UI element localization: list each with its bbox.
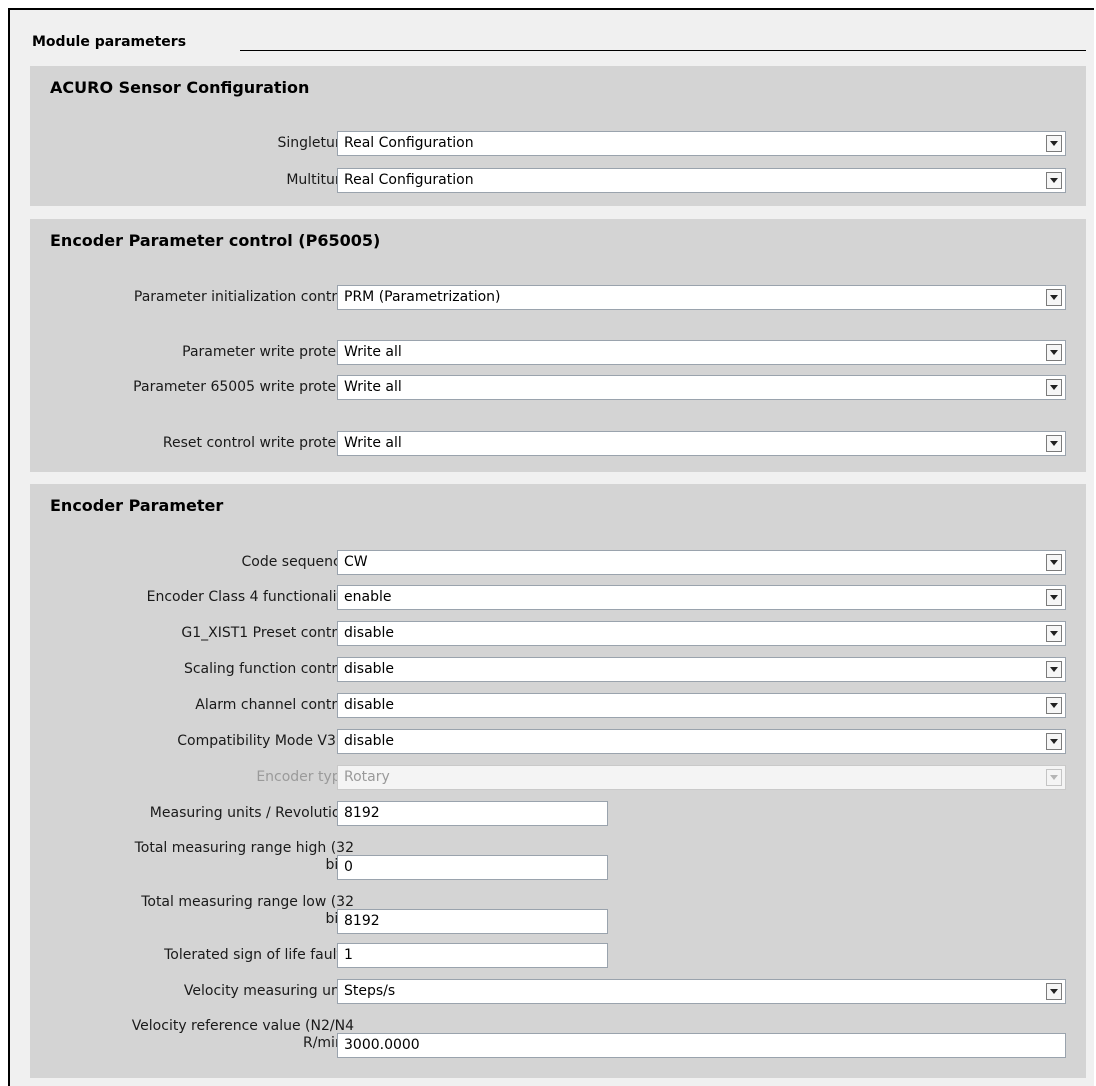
chevron-down-icon[interactable]: [1046, 435, 1062, 452]
class4-select[interactable]: enable: [337, 585, 1066, 610]
range-low-label-line1: Total measuring range low (32: [141, 894, 354, 910]
chevron-down-icon[interactable]: [1046, 344, 1062, 361]
init-control-value: PRM (Parametrization): [344, 289, 501, 305]
encoder-control-section-title: Encoder Parameter control (P65005): [50, 231, 381, 250]
sign-of-life-label: Tolerated sign of life faults:: [164, 947, 354, 963]
preset-control-value: disable: [344, 625, 395, 641]
reset-write-protect-value: Write all: [344, 435, 402, 451]
chevron-down-icon[interactable]: [1046, 589, 1062, 606]
chevron-down-icon[interactable]: [1046, 172, 1062, 189]
velocity-unit-value: Steps/s: [344, 983, 396, 999]
range-high-input[interactable]: 0: [337, 855, 608, 880]
alarm-control-label: Alarm channel control:: [195, 697, 354, 713]
units-rev-input[interactable]: 8192: [337, 801, 608, 826]
velocity-ref-value: 3000.0000: [344, 1037, 420, 1053]
reset-write-protect-label: Reset control write protect:: [162, 435, 354, 451]
scaling-control-select[interactable]: disable: [337, 657, 1066, 682]
velocity-unit-label: Velocity measuring unit:: [183, 983, 354, 999]
write-protect-select[interactable]: Write all: [337, 340, 1066, 365]
code-sequence-value: CW: [344, 554, 368, 570]
chevron-down-icon[interactable]: [1046, 379, 1062, 396]
scaling-control-label: Scaling function control:: [183, 661, 354, 677]
sign-of-life-value: 1: [344, 947, 353, 963]
p65005-write-protect-value: Write all: [344, 379, 402, 395]
chevron-down-icon[interactable]: [1046, 289, 1062, 306]
class4-value: enable: [344, 589, 392, 605]
title-divider: [240, 50, 1086, 51]
encoder-parameter-section-title: Encoder Parameter: [50, 496, 224, 515]
module-parameters-title: Module parameters: [32, 34, 187, 50]
init-control-label: Parameter initialization control:: [133, 289, 354, 305]
chevron-down-icon[interactable]: [1046, 625, 1062, 642]
multiturn-value: Real Configuration: [344, 172, 474, 188]
multiturn-select[interactable]: Real Configuration: [337, 168, 1066, 193]
encoder-parameter-section: Encoder Parameter Code sequence: CW Enco…: [30, 484, 1086, 1078]
range-high-label: Total measuring range high (32 bit):: [74, 840, 354, 874]
write-protect-label: Parameter write protect:: [182, 344, 354, 360]
scaling-control-value: disable: [344, 661, 395, 677]
range-low-input[interactable]: 8192: [337, 909, 608, 934]
init-control-select[interactable]: PRM (Parametrization): [337, 285, 1066, 310]
code-sequence-select[interactable]: CW: [337, 550, 1066, 575]
range-low-label-line2: bit):: [74, 911, 354, 928]
singleturn-value: Real Configuration: [344, 135, 474, 151]
units-rev-label: Measuring units / Revolution:: [149, 805, 354, 821]
reset-write-protect-select[interactable]: Write all: [337, 431, 1066, 456]
range-high-label-line2: bit):: [74, 857, 354, 874]
range-high-label-line1: Total measuring range high (32: [134, 840, 354, 856]
preset-control-label: G1_XIST1 Preset control:: [181, 625, 354, 641]
chevron-down-icon[interactable]: [1046, 661, 1062, 678]
range-low-label: Total measuring range low (32 bit):: [74, 894, 354, 928]
preset-control-select[interactable]: disable: [337, 621, 1066, 646]
velocity-unit-select[interactable]: Steps/s: [337, 979, 1066, 1004]
compat-mode-value: disable: [344, 733, 395, 749]
sign-of-life-input[interactable]: 1: [337, 943, 608, 968]
alarm-control-value: disable: [344, 697, 395, 713]
chevron-down-icon[interactable]: [1046, 697, 1062, 714]
p65005-write-protect-label: Parameter 65005 write protect:: [133, 379, 354, 395]
chevron-down-icon[interactable]: [1046, 135, 1062, 152]
singleturn-select[interactable]: Real Configuration: [337, 131, 1066, 156]
acuro-section-title: ACURO Sensor Configuration: [50, 78, 310, 97]
encoder-control-section: Encoder Parameter control (P65005) Param…: [30, 219, 1086, 472]
class4-label: Encoder Class 4 functionality:: [146, 589, 354, 605]
alarm-control-select[interactable]: disable: [337, 693, 1066, 718]
chevron-down-icon: [1046, 769, 1062, 786]
encoder-type-value: Rotary: [344, 769, 390, 785]
chevron-down-icon[interactable]: [1046, 733, 1062, 750]
range-high-value: 0: [344, 859, 353, 875]
compat-mode-select[interactable]: disable: [337, 729, 1066, 754]
range-low-value: 8192: [344, 913, 380, 929]
p65005-write-protect-select[interactable]: Write all: [337, 375, 1066, 400]
units-rev-value: 8192: [344, 805, 380, 821]
acuro-section: ACURO Sensor Configuration Singleturn: R…: [30, 66, 1086, 206]
velocity-ref-label: Velocity reference value (N2/N4 R/min):: [74, 1018, 354, 1052]
velocity-ref-input[interactable]: 3000.0000: [337, 1033, 1066, 1058]
compat-mode-label: Compatibility Mode V3.1:: [177, 733, 354, 749]
chevron-down-icon[interactable]: [1046, 554, 1062, 571]
encoder-type-select: Rotary: [337, 765, 1066, 790]
chevron-down-icon[interactable]: [1046, 983, 1062, 1000]
velocity-ref-label-line1: Velocity reference value (N2/N4: [131, 1018, 354, 1034]
write-protect-value: Write all: [344, 344, 402, 360]
velocity-ref-label-line2: R/min):: [302, 1035, 354, 1051]
